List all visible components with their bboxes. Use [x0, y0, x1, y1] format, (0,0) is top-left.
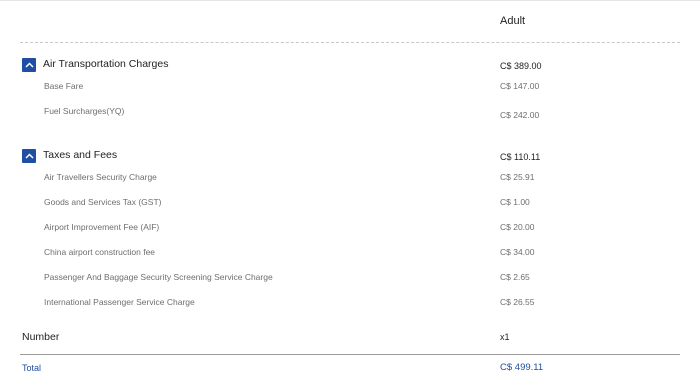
fee-value-screening-charge: C$ 2.65: [500, 272, 530, 282]
fee-label-base-fare: Base Fare: [44, 81, 84, 91]
fee-value-base-fare: C$ 147.00: [500, 81, 540, 91]
fee-label-international-service: International Passenger Service Charge: [44, 297, 195, 307]
fee-value-international-service: C$ 26.55: [500, 297, 535, 307]
top-divider: [0, 0, 700, 1]
passenger-count-value: x1: [500, 332, 510, 342]
collapse-taxes-and-fees-button[interactable]: [22, 149, 36, 163]
fee-label-screening-charge: Passenger And Baggage Security Screening…: [44, 272, 273, 282]
fee-value-china-airport: C$ 34.00: [500, 247, 535, 257]
collapse-air-transportation-button[interactable]: [22, 58, 36, 72]
fee-value-aif: C$ 20.00: [500, 222, 535, 232]
fee-label-fuel-surcharges: Fuel Surcharges(YQ): [44, 106, 125, 116]
fee-label-aif: Airport Improvement Fee (AIF): [44, 222, 160, 232]
chevron-up-icon: [24, 153, 34, 159]
total-value: C$ 499.11: [500, 362, 544, 373]
fee-label-gst: Goods and Services Tax (GST): [44, 197, 162, 207]
passenger-type-header: Adult: [500, 15, 526, 27]
fee-value-security-charge: C$ 25.91: [500, 172, 535, 182]
passenger-count-label: Number: [22, 331, 60, 343]
total-label: Total: [22, 363, 42, 373]
section-total-taxes-and-fees: C$ 110.11: [500, 152, 541, 162]
fee-value-fuel-surcharges: C$ 242.00: [500, 110, 540, 120]
fee-value-gst: C$ 1.00: [500, 197, 530, 207]
chevron-up-icon: [24, 62, 34, 68]
total-divider: [20, 354, 680, 355]
section-title-air-transportation: Air Transportation Charges: [43, 58, 169, 70]
fee-label-china-airport: China airport construction fee: [44, 247, 156, 257]
fee-label-security-charge: Air Travellers Security Charge: [44, 172, 157, 182]
header-divider: [20, 42, 680, 43]
section-total-air-transportation: C$ 389.00: [500, 61, 542, 71]
section-title-taxes-and-fees: Taxes and Fees: [43, 149, 118, 161]
